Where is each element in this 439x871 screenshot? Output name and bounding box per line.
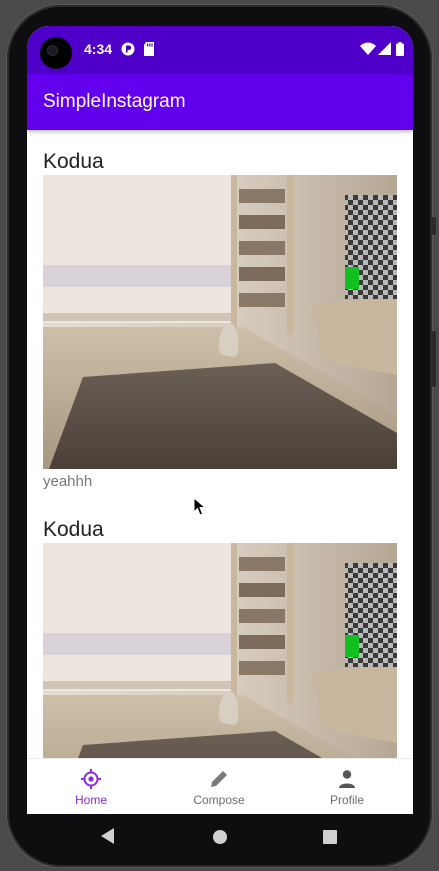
- sd-card-icon: [144, 42, 154, 56]
- bottom-navigation: Home Compose Profile: [27, 758, 413, 814]
- nav-label-home: Home: [74, 793, 107, 807]
- post-feed[interactable]: Kodua yeahhh Kodua: [27, 130, 413, 758]
- nav-label-compose: Compose: [193, 793, 245, 807]
- nav-item-profile[interactable]: Profile: [283, 759, 411, 814]
- post-item[interactable]: Kodua: [43, 517, 397, 758]
- nav-item-compose[interactable]: Compose: [155, 759, 283, 814]
- camera-cutout-icon: [40, 37, 72, 69]
- screen: 4:34 SimpleInstagram Kodua yeahhh Kodua …: [27, 26, 413, 814]
- room-with-cat-photo: [43, 175, 397, 469]
- person-icon: [339, 770, 355, 788]
- recents-icon[interactable]: [323, 830, 337, 844]
- post-username[interactable]: Kodua: [43, 149, 397, 175]
- back-icon[interactable]: [101, 828, 115, 844]
- battery-icon: [396, 42, 404, 56]
- status-time: 4:34: [84, 41, 113, 57]
- power-button: [431, 217, 436, 235]
- room-with-cat-photo: [43, 543, 397, 758]
- post-caption: yeahhh: [43, 473, 93, 490]
- post-username[interactable]: Kodua: [43, 517, 397, 543]
- pencil-icon: [211, 771, 227, 787]
- notification-p-icon: [121, 42, 135, 56]
- home-icon: [81, 769, 101, 789]
- app-bar: SimpleInstagram: [27, 74, 413, 130]
- home-circle-icon[interactable]: [213, 830, 227, 844]
- system-navigation-bar: [27, 814, 413, 860]
- nav-label-profile: Profile: [329, 793, 364, 807]
- post-image[interactable]: [43, 543, 397, 758]
- status-bar: 4:34: [27, 26, 413, 74]
- post-image[interactable]: [43, 175, 397, 469]
- signal-icon: [378, 42, 391, 55]
- wifi-icon: [360, 42, 376, 55]
- volume-button: [431, 331, 436, 387]
- app-title: SimpleInstagram: [43, 91, 186, 112]
- nav-item-home[interactable]: Home: [27, 759, 155, 814]
- mouse-cursor-icon: [193, 497, 207, 516]
- post-item[interactable]: Kodua: [43, 149, 397, 490]
